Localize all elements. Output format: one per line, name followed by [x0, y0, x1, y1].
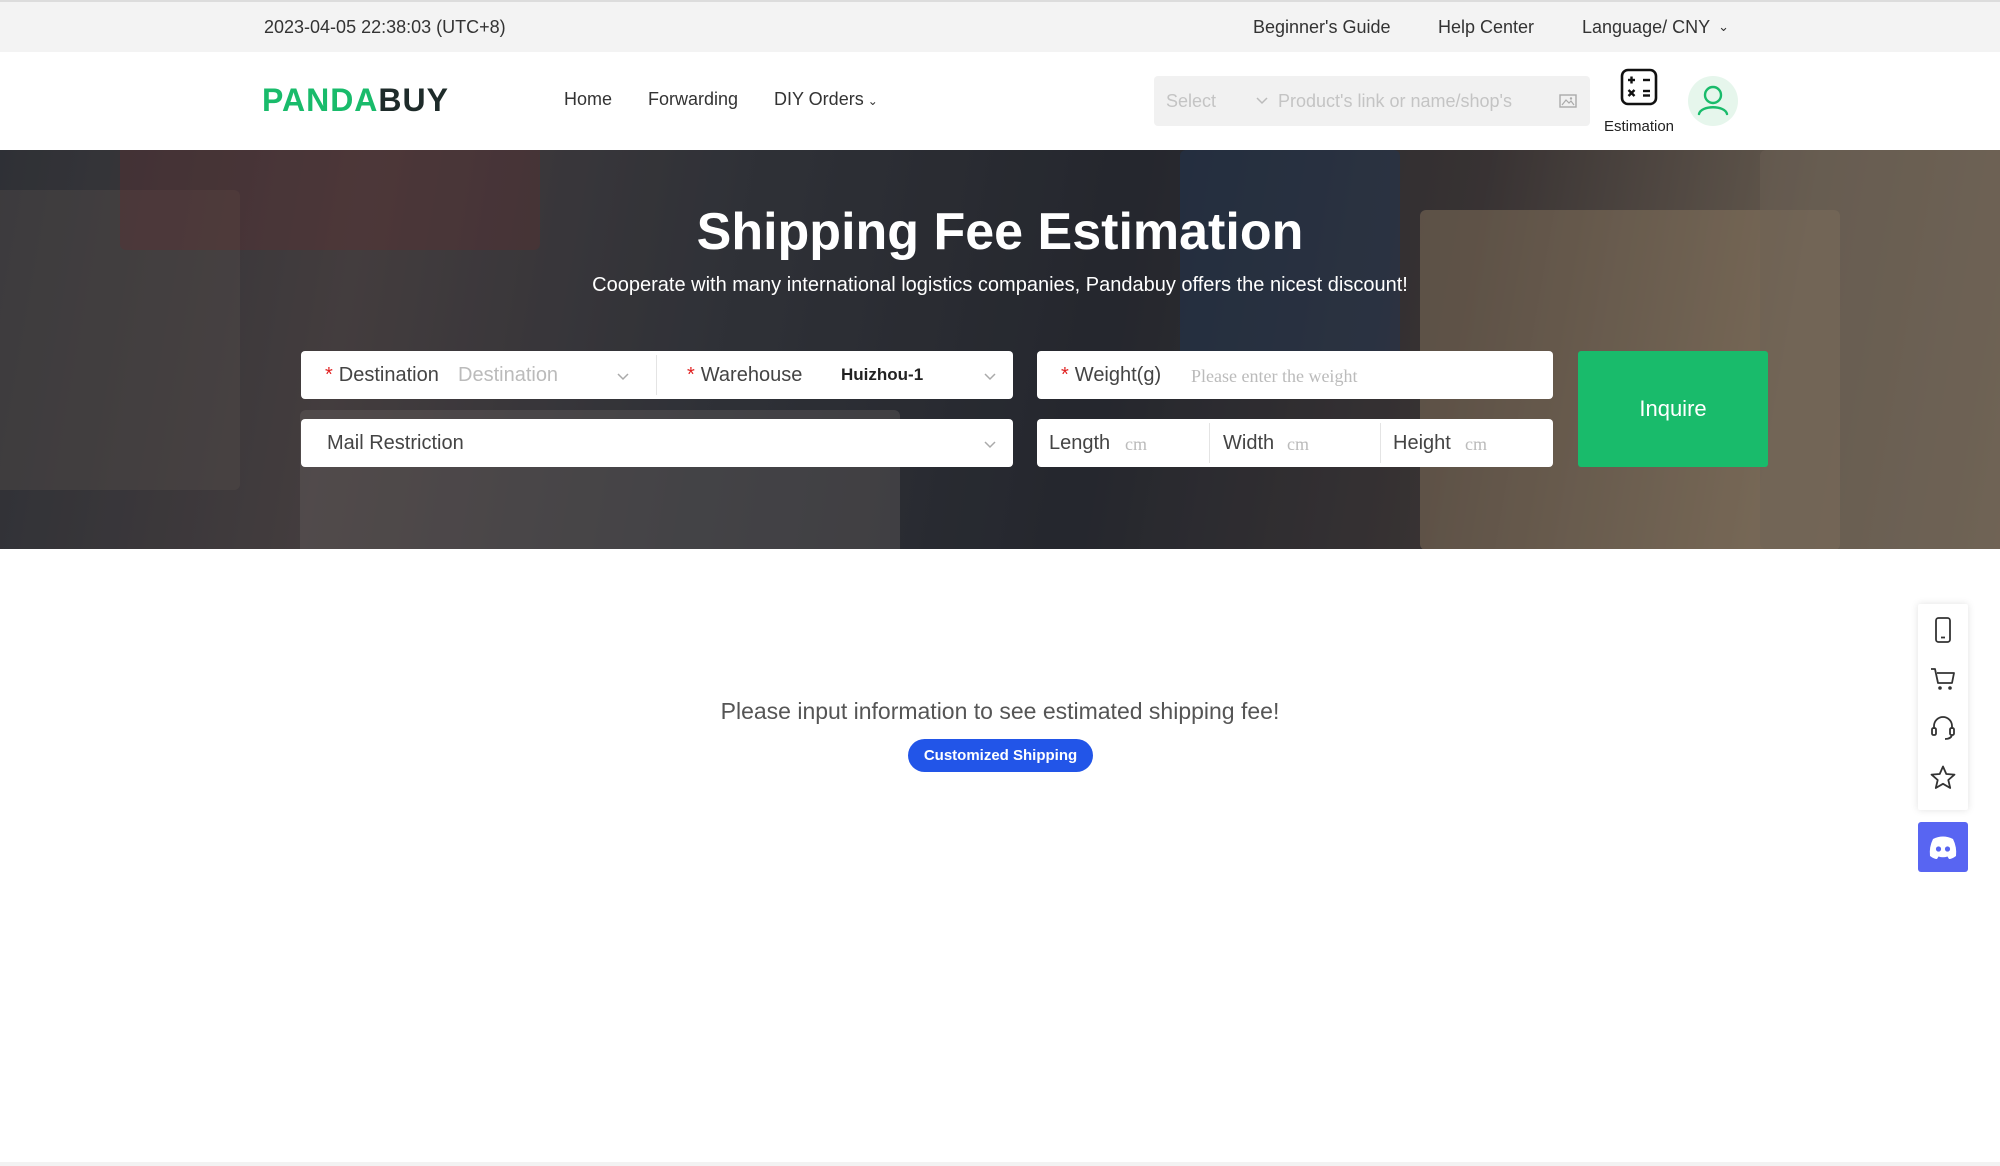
language-currency-selector[interactable]: Language/ CNY ⌄ [1582, 17, 1729, 38]
estimation-button[interactable]: Estimation [1596, 66, 1682, 138]
cart-icon[interactable] [1929, 665, 1957, 693]
chevron-down-icon [617, 373, 629, 381]
pandabuy-logo[interactable]: PANDABUY [262, 82, 449, 118]
destination-label-text: Destination [338, 364, 439, 386]
search-type-select[interactable]: Select [1166, 91, 1216, 112]
weight-field-group: * Weight(g) Please enter the weight [1037, 351, 1553, 399]
beginners-guide-link[interactable]: Beginner's Guide [1253, 17, 1391, 38]
destination-warehouse-group: * Destination Destination * Warehouse Huiz… [301, 351, 1013, 399]
nav-home[interactable]: Home [564, 89, 612, 110]
nav-forwarding[interactable]: Forwarding [648, 89, 738, 110]
calculator-icon [1620, 68, 1658, 106]
weight-label-text: Weight(g) [1074, 364, 1162, 386]
weight-input[interactable]: Please enter the weight [1191, 366, 1357, 387]
warehouse-label-text: Warehouse [700, 364, 803, 386]
nav-diy-orders-label: DIY Orders [774, 89, 864, 109]
page-bottom-border [0, 1162, 2000, 1166]
divider [1380, 423, 1381, 463]
floating-toolbar [1918, 604, 1968, 810]
headset-icon[interactable] [1929, 714, 1957, 742]
chevron-down-icon [1256, 97, 1268, 105]
logo-text-panda: PANDA [262, 82, 379, 118]
height-label: Height [1393, 432, 1451, 454]
page-title: Shipping Fee Estimation [696, 203, 1304, 261]
divider [1209, 423, 1210, 463]
empty-state-message: Please input information to see estimate… [720, 698, 1280, 724]
warehouse-select[interactable]: Huizhou-1 [841, 365, 923, 385]
discord-button[interactable] [1918, 822, 1968, 872]
discord-icon [1929, 836, 1957, 859]
required-mark: * [1061, 364, 1069, 386]
chevron-down-icon: ⌄ [1718, 19, 1729, 34]
mobile-icon[interactable] [1929, 616, 1957, 644]
user-icon [1697, 85, 1729, 116]
chevron-down-icon [984, 373, 996, 381]
main-header: PANDABUY Home Forwarding DIY Orders ⌄ Sel… [0, 52, 2000, 150]
divider [656, 355, 657, 395]
page-subtitle: Cooperate with many international logist… [592, 274, 1408, 296]
warehouse-label: * Warehouse [687, 364, 802, 387]
logo-text-buy: BUY [378, 82, 449, 118]
top-bar: 2023-04-05 22:38:03 (UTC+8) Beginner's G… [0, 0, 2000, 52]
image-search-icon[interactable] [1558, 92, 1578, 110]
help-center-link[interactable]: Help Center [1438, 17, 1534, 38]
language-currency-label: Language/ CNY [1582, 17, 1711, 37]
chevron-down-icon [984, 441, 996, 449]
required-mark: * [325, 364, 333, 386]
star-icon[interactable] [1929, 764, 1957, 792]
width-input[interactable]: cm [1287, 434, 1309, 455]
length-input[interactable]: cm [1125, 434, 1147, 455]
search-input[interactable]: Product's link or name/shop's [1278, 91, 1512, 112]
nav-diy-orders[interactable]: DIY Orders ⌄ [774, 89, 878, 110]
inquire-button[interactable]: Inquire [1578, 351, 1768, 467]
weight-label: * Weight(g) [1061, 364, 1161, 387]
chevron-down-icon: ⌄ [867, 94, 878, 108]
server-datetime: 2023-04-05 22:38:03 (UTC+8) [264, 17, 506, 37]
product-search-bar: Select Product's link or name/shop's [1154, 76, 1590, 126]
required-mark: * [687, 364, 695, 386]
customized-shipping-button[interactable]: Customized Shipping [908, 739, 1093, 772]
shipping-estimation-hero: Shipping Fee Estimation Cooperate with m… [0, 150, 2000, 549]
height-input[interactable]: cm [1465, 434, 1487, 455]
mail-restriction-label: Mail Restriction [327, 432, 464, 454]
user-avatar[interactable] [1688, 76, 1738, 126]
dimensions-group: Length cm Width cm Height cm [1037, 419, 1553, 467]
estimation-label: Estimation [1603, 118, 1675, 135]
destination-select[interactable]: Destination [458, 364, 558, 387]
mail-restriction-select[interactable]: Mail Restriction [301, 419, 1013, 467]
width-label: Width [1223, 432, 1275, 454]
destination-label: * Destination [325, 364, 439, 387]
length-label: Length [1049, 432, 1111, 454]
